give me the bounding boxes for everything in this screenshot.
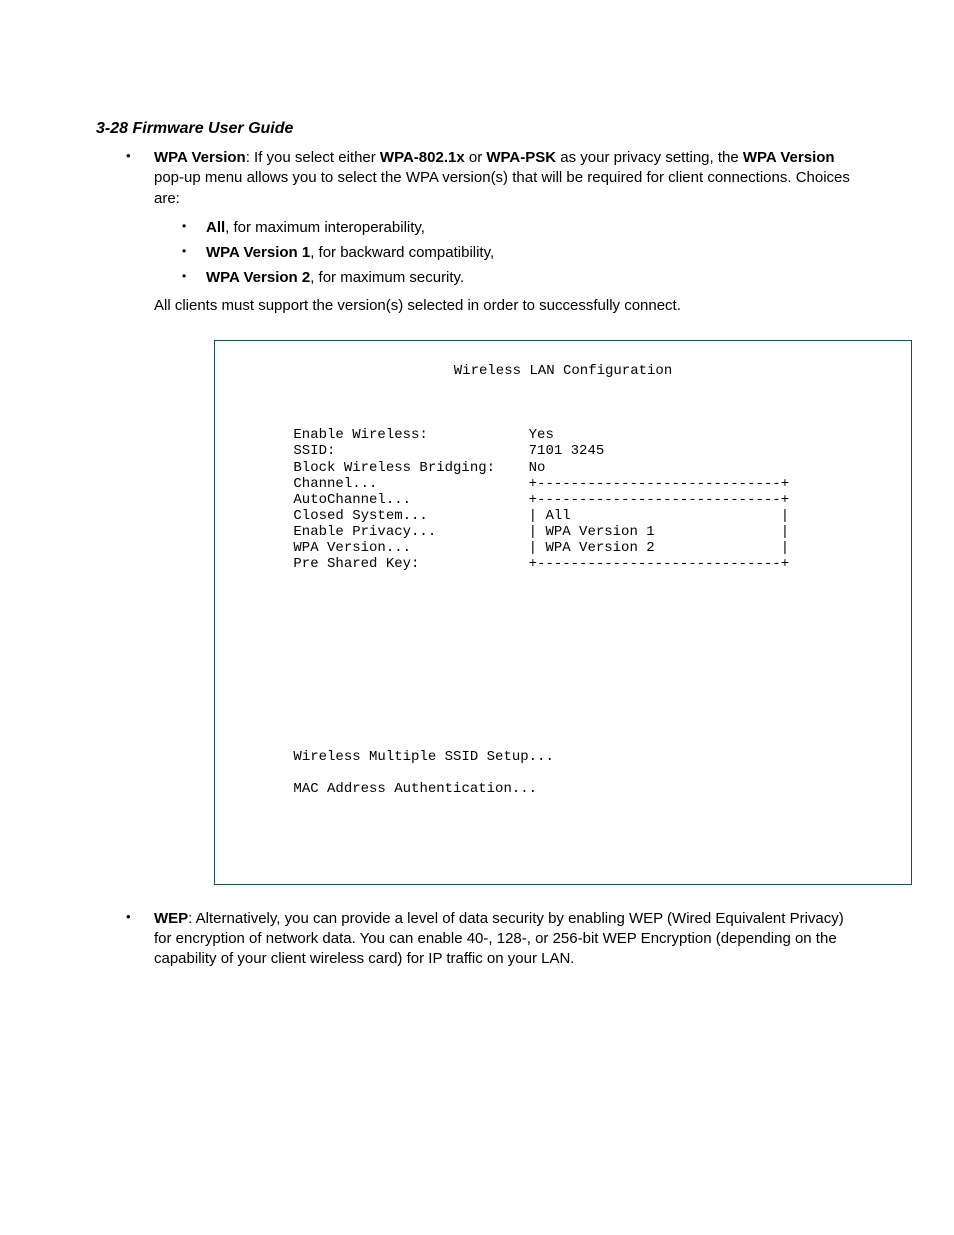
text: : If you select either <box>246 149 380 166</box>
config-footer-1: Wireless Multiple SSID Setup... <box>293 749 553 765</box>
config-blank <box>243 685 883 701</box>
config-blank <box>243 846 883 862</box>
config-footer-row: Wireless Multiple SSID Setup... <box>243 749 883 765</box>
config-footer-2: MAC Address Authentication... <box>293 781 537 797</box>
text: , for maximum security. <box>310 269 464 286</box>
sub-item-v1: WPA Version 1, for backward compatibilit… <box>182 244 858 261</box>
list-item-wep: WEP: Alternatively, you can provide a le… <box>126 909 858 970</box>
label-wpa-psk: WPA-PSK <box>486 149 556 166</box>
text: pop-up menu allows you to select the WPA… <box>154 169 850 206</box>
config-blank <box>243 395 883 411</box>
bullet-list: WPA Version: If you select either WPA-80… <box>96 148 858 970</box>
config-blank <box>243 653 883 669</box>
document-page: 3-28 Firmware User Guide WPA Version: If… <box>0 0 954 1038</box>
paragraph: WPA Version: If you select either WPA-80… <box>154 148 858 209</box>
label-wpa-8021x: WPA-802.1x <box>380 149 465 166</box>
page-header: 3-28 Firmware User Guide <box>96 120 858 138</box>
list-item-wpa-version: WPA Version: If you select either WPA-80… <box>126 148 858 885</box>
sub-item-all: All, for maximum interoperability, <box>182 219 858 236</box>
note-paragraph: All clients must support the version(s) … <box>154 296 858 316</box>
config-blank <box>243 717 883 733</box>
label-wpa-version: WPA Version <box>154 149 246 166</box>
text: as your privacy setting, the <box>556 149 743 166</box>
paragraph: WEP: Alternatively, you can provide a le… <box>154 909 858 970</box>
label-wep: WEP <box>154 910 188 927</box>
config-blank <box>243 814 883 830</box>
sub-item-v2: WPA Version 2, for maximum security. <box>182 269 858 286</box>
text: : Alternatively, you can provide a level… <box>154 910 844 968</box>
sub-list: All, for maximum interoperability, WPA V… <box>154 219 858 286</box>
config-blank <box>243 588 883 604</box>
label-all: All <box>206 219 225 236</box>
config-title: Wireless LAN Configuration <box>243 363 883 379</box>
label-v2: WPA Version 2 <box>206 269 310 286</box>
label-v1: WPA Version 1 <box>206 244 310 261</box>
config-footer-row: MAC Address Authentication... <box>243 781 883 797</box>
config-blank <box>243 621 883 637</box>
label-wpa-version-2: WPA Version <box>743 149 835 166</box>
text: , for maximum interoperability, <box>225 219 425 236</box>
text: , for backward compatibility, <box>310 244 494 261</box>
config-rows: Enable Wireless: Yes SSID: 7101 3245 Blo… <box>243 427 883 572</box>
text: or <box>465 149 487 166</box>
config-box: Wireless LAN Configuration Enable Wirele… <box>214 340 912 885</box>
